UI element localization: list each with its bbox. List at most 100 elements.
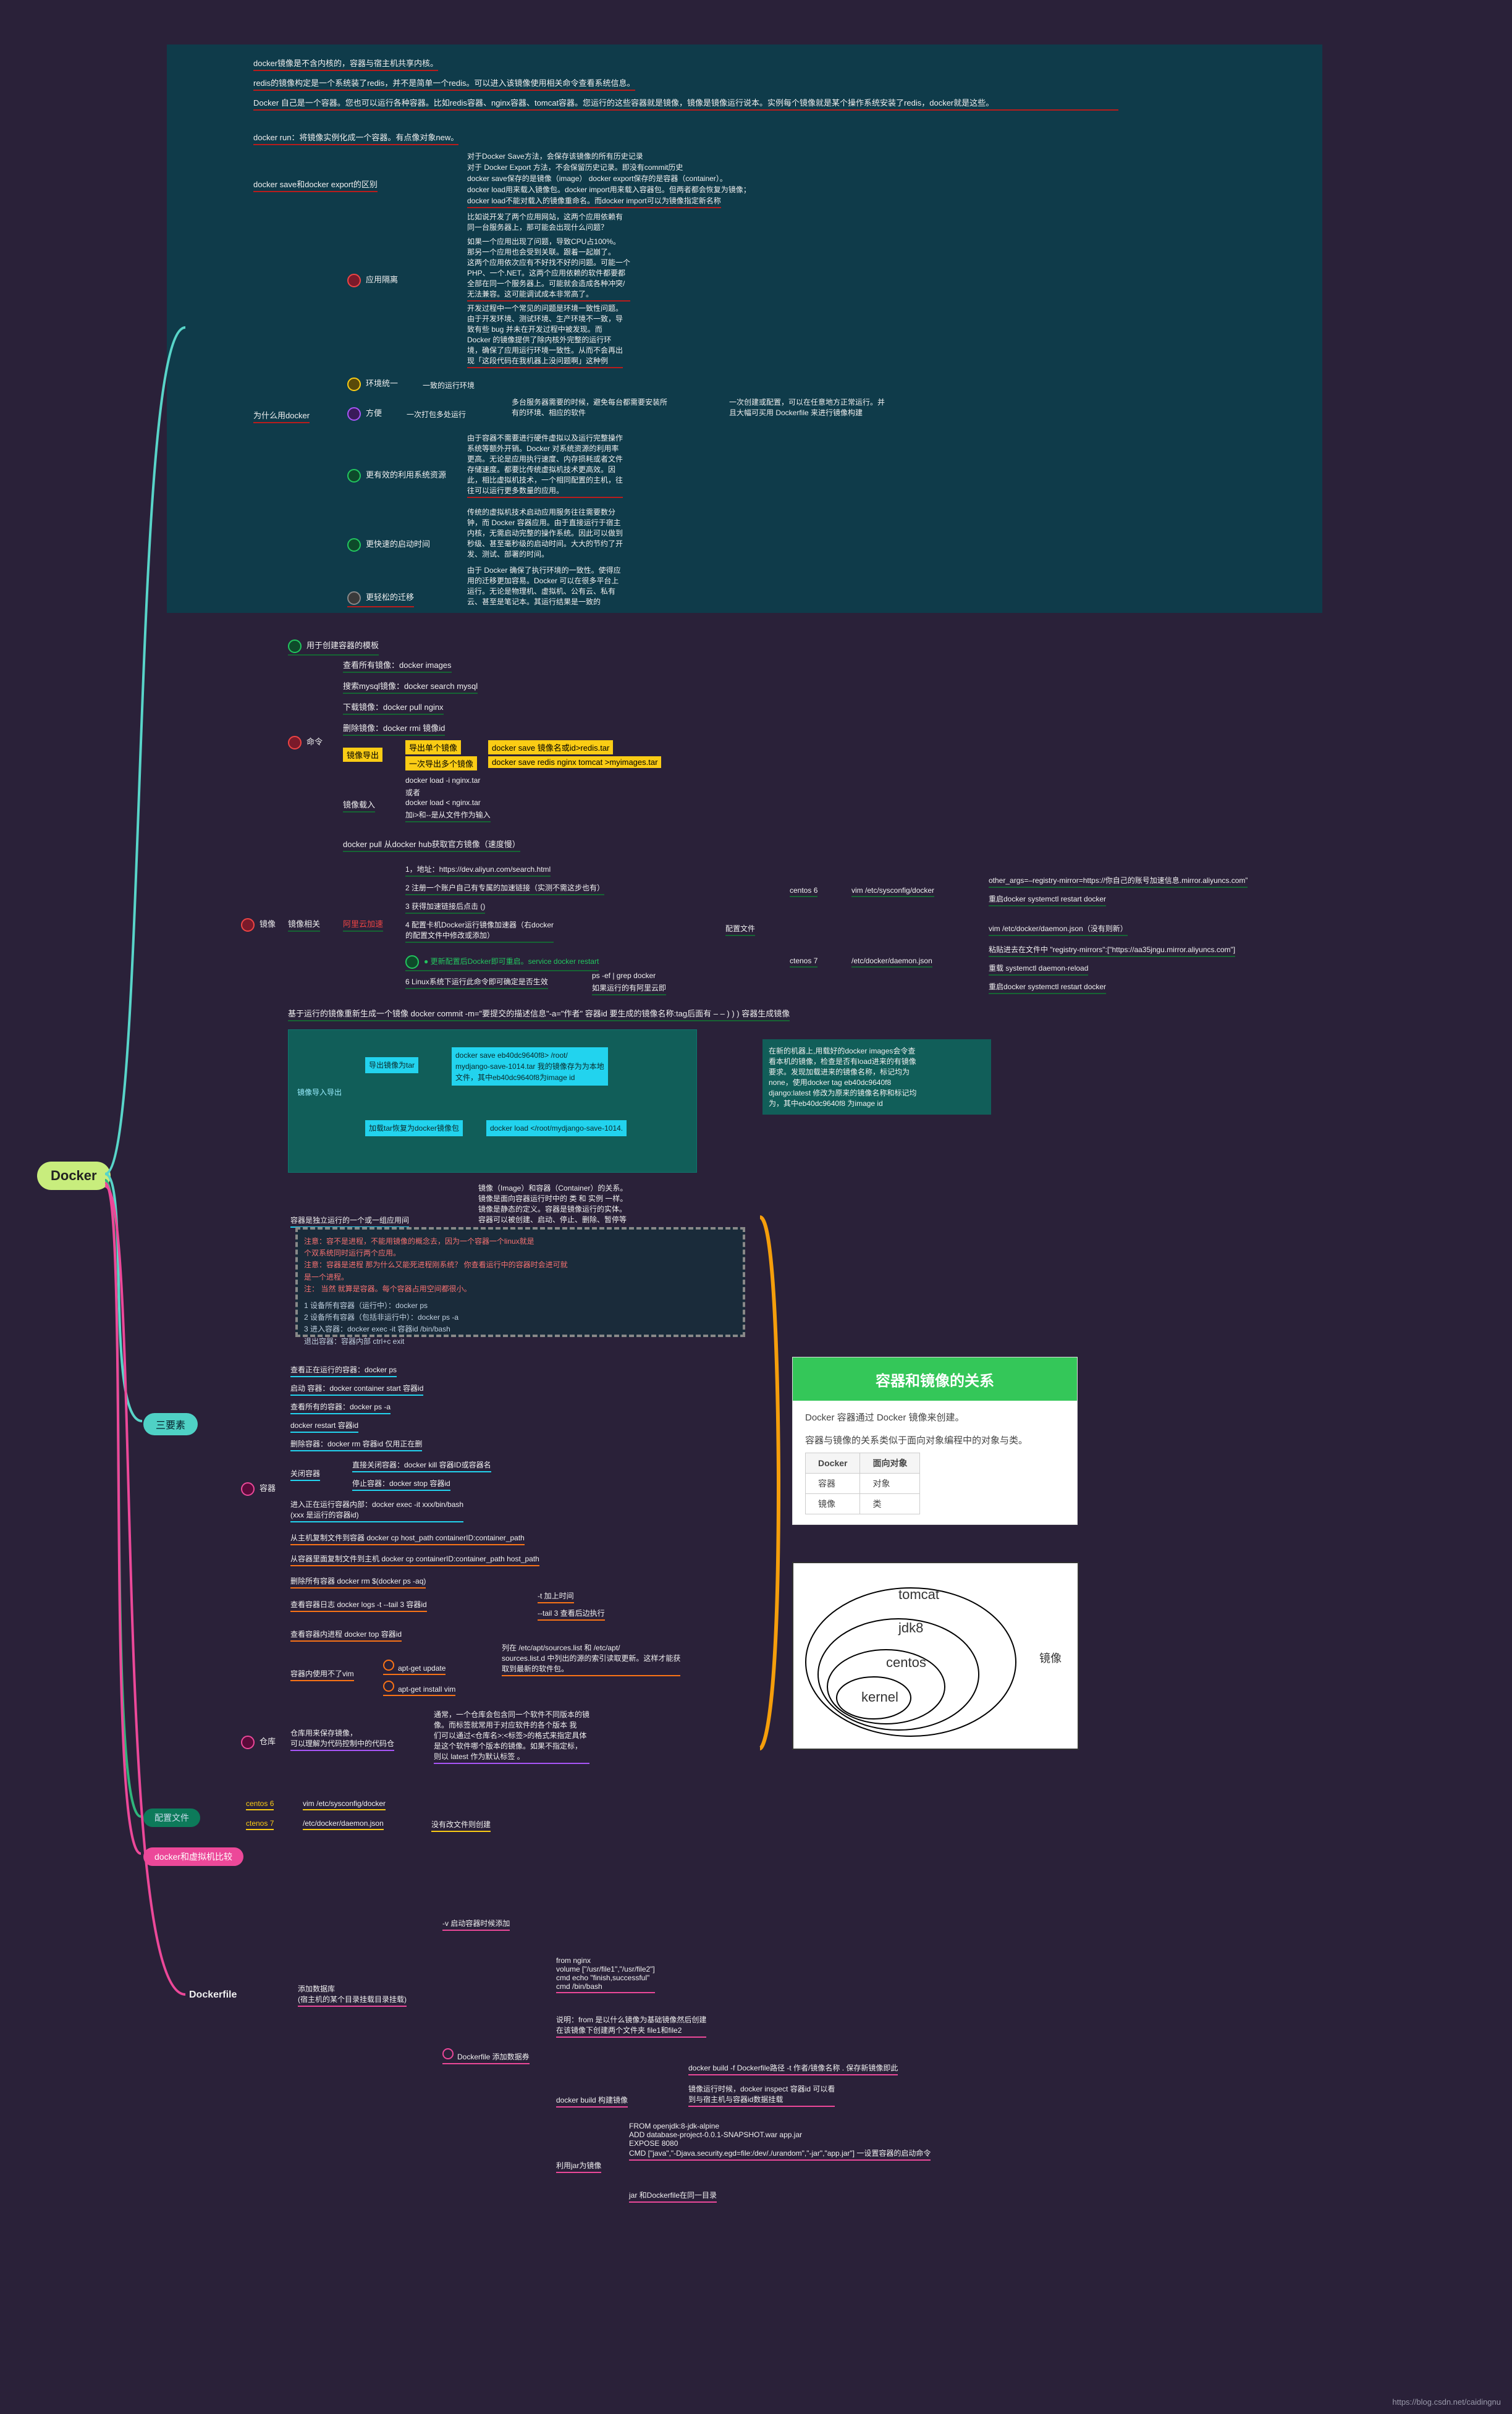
nested-l3: centos	[886, 1655, 926, 1670]
warn-l1: 注意：容不是进程，不能用镜像的概念去，因为一个容器一个linux就是	[304, 1236, 737, 1247]
save-export-t5: docker load不能对载入的镜像重命名。而docker import可以为…	[467, 195, 721, 208]
save-export-t1: 对于Docker Save方法，会保存该镜像的所有历史记录	[467, 151, 643, 161]
s6: 6 Linux系统下运行此命令即可确定是否生效	[405, 976, 548, 989]
nested-l1: tomcat	[898, 1587, 939, 1602]
root-node[interactable]: Docker	[37, 1162, 111, 1190]
ctn-rmall: 删除所有容器 docker rm $(docker ps -aq)	[290, 1576, 426, 1589]
why-resource: 更有效的利用系统资源	[347, 468, 446, 483]
c7r2: 粘贴进去在文件中 "registry-mirrors":["https://aa…	[989, 944, 1235, 957]
gray-l1: 1 设备所有容器（运行中）：docker ps	[304, 1300, 737, 1312]
green-dot-icon-2	[347, 538, 361, 552]
ctn-vim-l: 容器内使用不了vim	[290, 1668, 354, 1681]
branch-config[interactable]: 配置文件	[143, 1808, 200, 1827]
why-migrate-t: 由于 Docker 确保了执行环境的一致性。使得应 用的迁移更加容易。Docke…	[467, 565, 621, 607]
s1: 1，地址：https://dev.aliyun.com/search.html	[405, 864, 551, 877]
ctn-ps: 查看正在运行的容器：docker ps	[290, 1364, 397, 1377]
repo-label[interactable]: 仓库	[241, 1735, 276, 1749]
mirr-search: 搜索mysql镜像：docker search mysql	[343, 680, 478, 694]
ctn-close2: 停止容器：docker stop 容器id	[352, 1478, 450, 1491]
green-dot-icon	[347, 469, 361, 483]
basics-l4: docker run：将镜像实例化成一个容器。有点像对象new。	[253, 131, 458, 145]
purple-dot-icon	[347, 407, 361, 421]
mirror-io-note: 镜像导入导出 导出镜像为tar docker save eb40dc9640f8…	[288, 1029, 697, 1173]
io-ex-r: docker save eb40dc9640f8> /root/ mydjang…	[452, 1047, 608, 1086]
gray-l4: 退出容器：容器内部 ctrl+c exit	[304, 1336, 737, 1348]
why-isolation-t2: 如果一个应用出现了问题，导致CPU占100%。 那另一个应用也会受到关联。跟着一…	[467, 236, 630, 302]
why-isolation-t3: 开发过程中一个常见的问题是环境一致性问题。 由于开发环境、测试环境、生产环境不一…	[467, 303, 623, 368]
df-jar-l: 利用jar为镜像	[556, 2160, 601, 2173]
mirror-label[interactable]: 镜像	[241, 918, 276, 932]
cfg-c7: ctenos 7	[246, 1819, 274, 1830]
io-im-l: 加载tar恢复为docker镜像包	[365, 1120, 463, 1136]
mirr-rel-pull: docker pull 从docker hub获取官方镜像（速度慢）	[343, 838, 520, 852]
mirr-pull: 下载镜像：docker pull nginx	[343, 701, 444, 715]
why-convenient-t1: 多台服务器需要的时候，避免每台都需要安装所 有的环境、相应的软件	[512, 397, 667, 418]
warn-l3: 注意：容器是进程 那为什么又能死进程刚系统？ 你查看运行中的容器时会进可就	[304, 1259, 737, 1271]
basics-l3: Docker 自己是一个容器。您也可以运行各种容器。比如redis容器、ngin…	[253, 96, 1118, 111]
nested-l4: kernel	[861, 1689, 898, 1705]
c6: centos 6	[790, 886, 817, 897]
ctn-start: 启动 容器：docker container start 容器id	[290, 1383, 423, 1396]
mirr-cmds-label[interactable]: 命令	[288, 735, 323, 749]
io-im-r: docker load </root/mydjango-save-1014.	[486, 1120, 627, 1136]
basics-panel	[167, 44, 1322, 613]
why-env-sub: 一致的运行环境	[423, 380, 475, 390]
ctn-vim-a: apt-get update	[383, 1660, 446, 1675]
mirr-list: 查看所有镜像：docker images	[343, 659, 452, 673]
why-convenient-t2: 一次创建或配置，可以在任意地方正常运行。并 且大幅可买用 Dockerfile …	[729, 397, 885, 418]
c7r3: 重载 systemctl daemon-reload	[989, 963, 1088, 976]
ctn-vim-r1: 列在 /etc/apt/sources.list 和 /etc/apt/ sou…	[502, 1642, 680, 1676]
ctn-vim-b: apt-get install vim	[383, 1681, 455, 1696]
container-label[interactable]: 容器	[241, 1482, 276, 1496]
repo-t2: 通常，一个仓库会包含同一个软件不同版本的镜 像。而标签就常用于对应软件的各个版本…	[434, 1709, 589, 1764]
df-build-r1: docker build -f Dockerfile路径 -t 作者/镜像名称 …	[688, 2062, 898, 2075]
branch-dockerfile[interactable]: Dockerfile	[189, 1990, 237, 2001]
s5[interactable]: ● 更新配置后Docker即可重启。service docker restart	[405, 955, 599, 971]
save-export-t2: 对于 Docker Export 方法，不会保留历史记录。即没有commit历史	[467, 162, 683, 172]
df-jar-r2: jar 和Dockerfile在同一目录	[629, 2190, 717, 2203]
cfg-label: 配置文件	[725, 923, 755, 936]
right-nested-card: tomcat jdk8 centos kernel 镜像	[792, 1562, 1079, 1750]
io-label: 镜像导入导出	[297, 1087, 342, 1098]
right-card-sub: Docker 容器通过 Docker 镜像来创建。	[805, 1411, 1065, 1424]
s4: 4 配置卡机Docker运行镜像加速器（右docker 的配置文件中修改或添加）	[405, 919, 554, 943]
df-add2l: Dockerfile 添加数据券	[442, 2048, 530, 2064]
mirr-exp2r: docker save redis nginx tomcat >myimages…	[488, 756, 661, 768]
cfg-c6: centos 6	[246, 1799, 274, 1810]
branch-dvsvm[interactable]: docker和虚拟机比较	[143, 1847, 243, 1866]
c6r2: 重启docker systemctl restart docker	[989, 893, 1106, 906]
ctn-psall-l: 查看所有的容器：docker ps -a	[290, 1401, 391, 1414]
why-fast: 更快速的启动时间	[347, 538, 430, 552]
mps: ps -ef | grep docker	[592, 971, 656, 980]
mirr-imp3: docker load < nginx.tar	[405, 798, 481, 807]
red-dot-icon-3	[288, 736, 302, 749]
mirr-rm: 删除镜像：docker rmi 镜像id	[343, 722, 445, 736]
cfg-c7-note: 没有改文件则创建	[431, 1819, 491, 1832]
c7: ctenos 7	[790, 956, 817, 968]
df-add1: -v 启动容器时候添加	[442, 1918, 510, 1931]
yellow-dot-icon	[347, 378, 361, 391]
radio-icon-3	[442, 2048, 454, 2059]
mirr-exp2l: 一次导出多个镜像	[405, 756, 477, 770]
ctn-close-grp: 关闭容器	[290, 1468, 320, 1481]
cfg-c6-cmd: vim /etc/sysconfig/docker	[303, 1799, 386, 1810]
nested-l2: jdk8	[898, 1620, 923, 1635]
pink-dot-icon-2	[241, 1736, 255, 1749]
nested-ellipses-icon: tomcat jdk8 centos kernel 镜像	[793, 1563, 1078, 1749]
save-export-t4: docker load用来载入镜像包。docker import用来载入容器包。…	[467, 184, 751, 195]
mirr-imp1: docker load -i nginx.tar	[405, 776, 480, 785]
ctn-logs-r2: --tail 3 查看后边执行	[538, 1608, 605, 1621]
branch-three-elements[interactable]: 三要素	[143, 1413, 198, 1435]
mirr-imp4: 加i>和--是从文件作为输入	[405, 809, 491, 822]
ctn-exec: 进入正在运行容器内部：docker exec -it xxx/bin/bash …	[290, 1499, 463, 1522]
s3: 3 获得加速链接后点击 ()	[405, 901, 485, 914]
s2: 2 注册一个账户自己有专属的加速链接（实测不需这步也有）	[405, 882, 604, 895]
io-note-right: 在新的机器上,用载好的docker images会令查 看本机的镜像，检查是否有…	[762, 1039, 991, 1115]
df-jar-r1: FROM openjdk:8-jdk-alpine ADD database-p…	[629, 2122, 931, 2161]
why-convenient-sub: 一次打包多处运行	[407, 409, 466, 420]
warn-l5: 注： 当然 就算是容器。每个容器占用空间都很小。	[304, 1283, 737, 1295]
c6r1: other_args=–registry-mirror=https://你自己的…	[989, 875, 1248, 888]
three-t1: 容器是独立运行的一个或一组应用间	[290, 1215, 409, 1228]
green-dot-icon-4	[405, 955, 419, 969]
nested-side: 镜像	[1039, 1652, 1062, 1665]
